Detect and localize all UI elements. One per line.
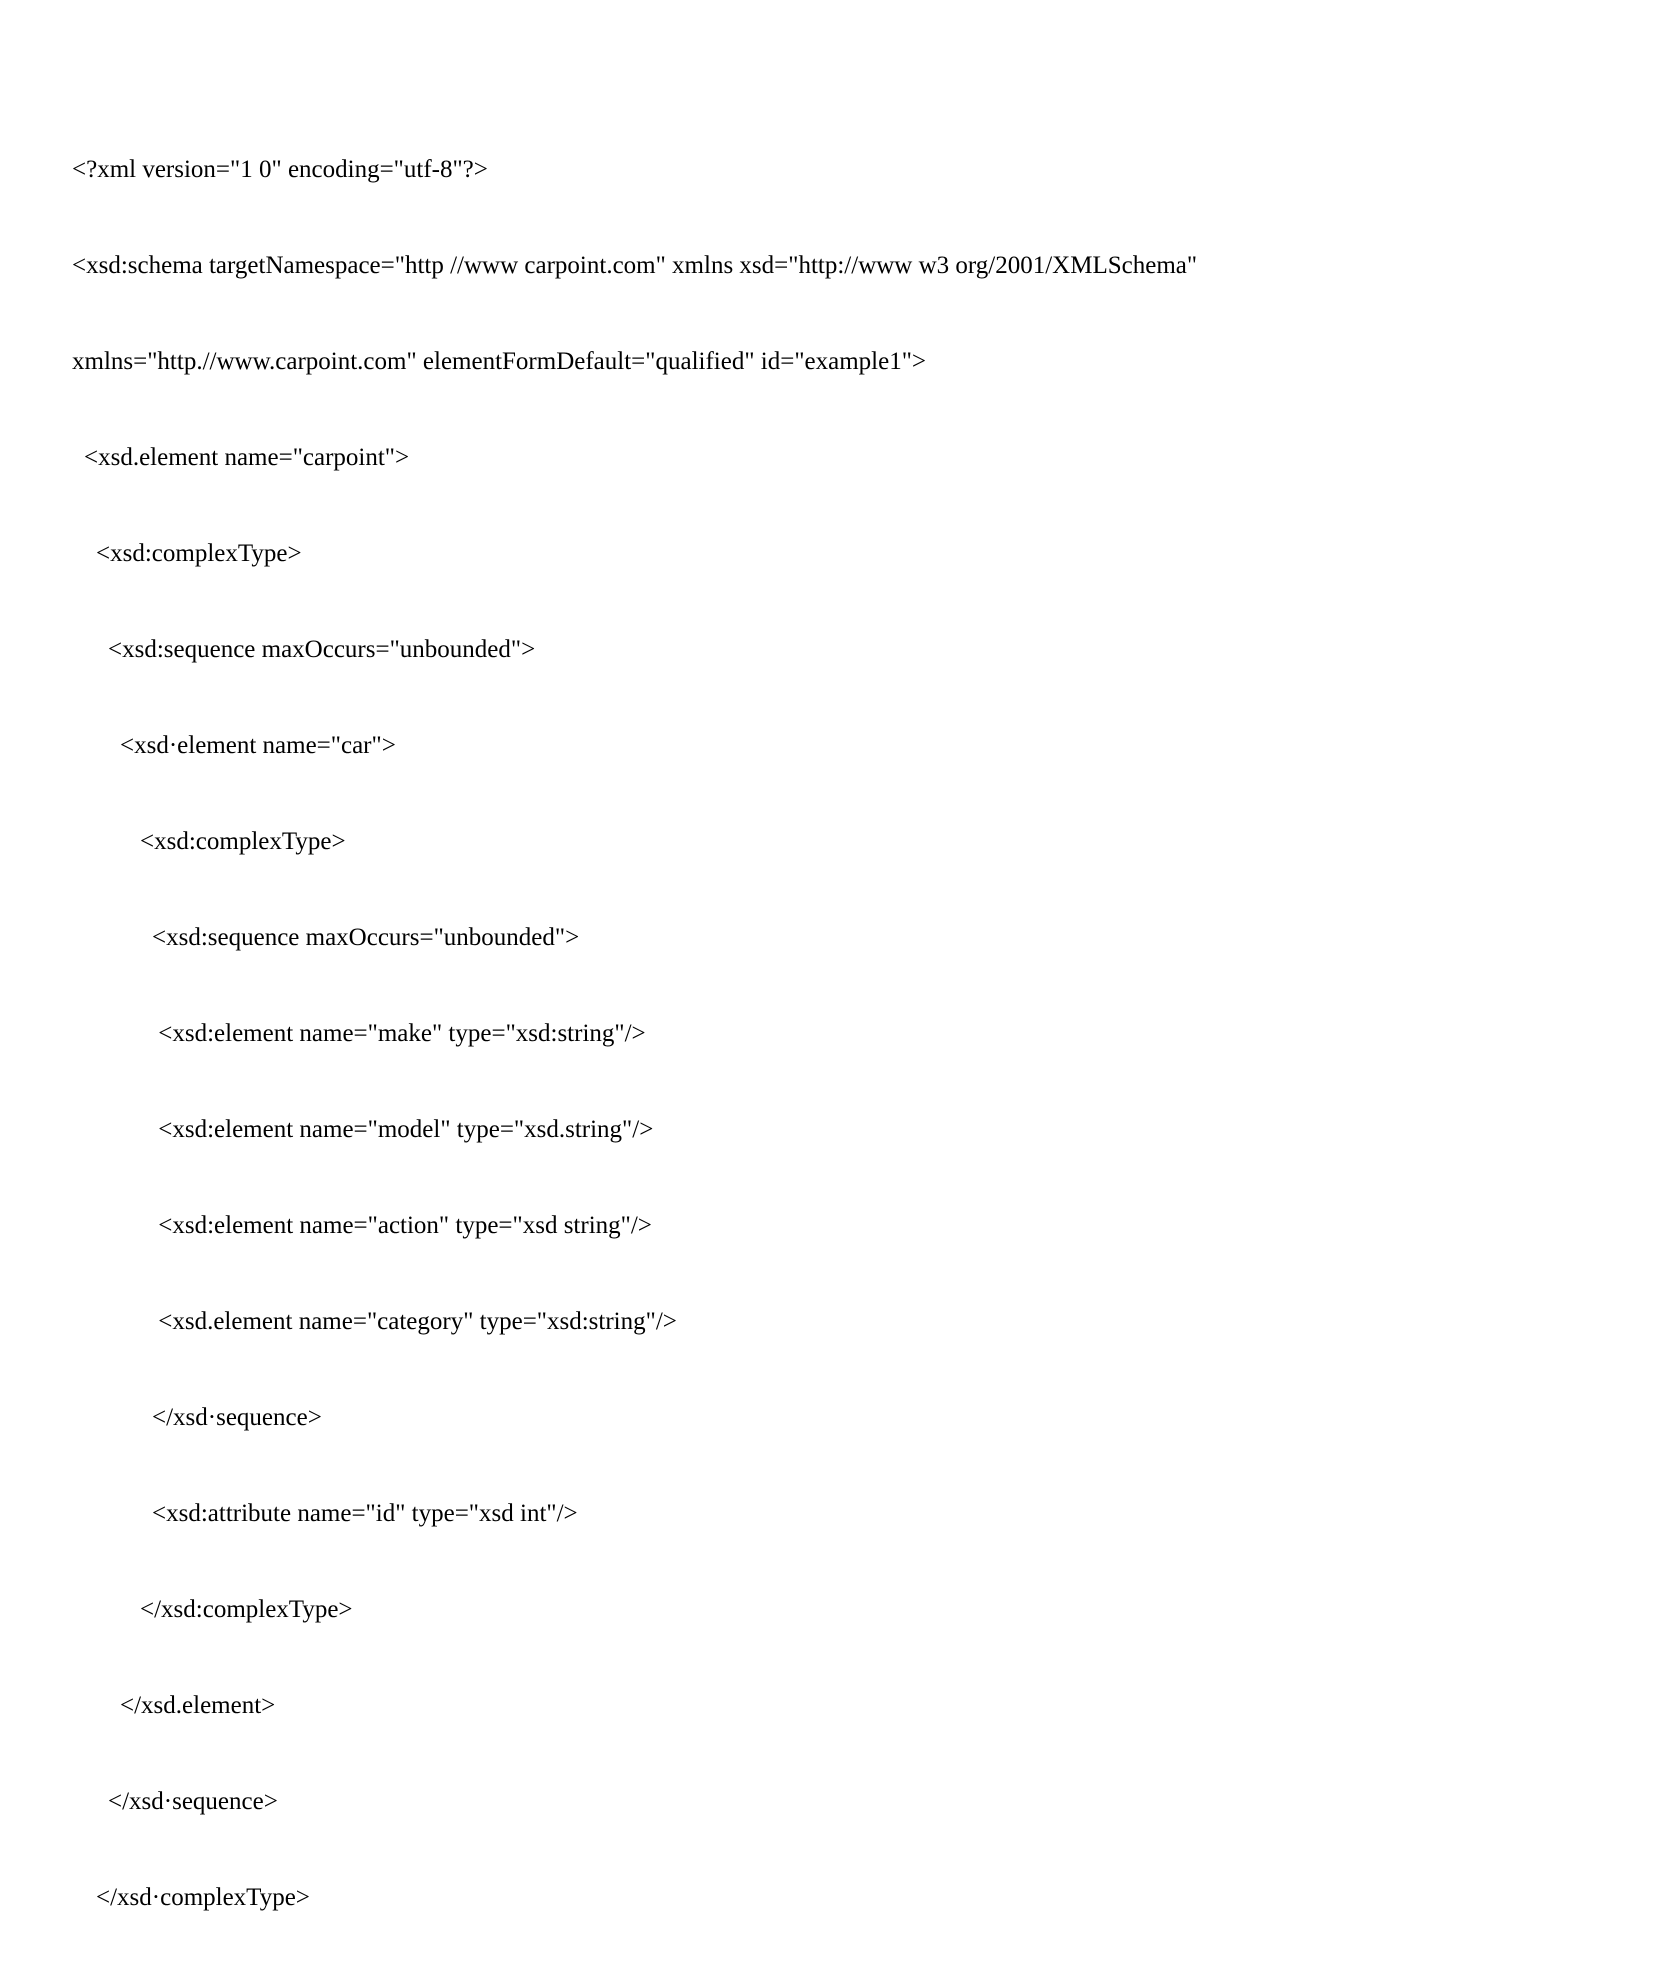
code-line: <xsd:sequence maxOccurs="unbounded"> [72,922,1679,954]
code-line: <?xml version="1 0" encoding="utf-8"?> [72,154,1679,186]
code-line: <xsd:complexType> [72,826,1679,858]
xml-schema-code-block: <?xml version="1 0" encoding="utf-8"?> <… [72,90,1679,1972]
code-line: <xsd.element name="carpoint"> [72,442,1679,474]
code-line: <xsd:complexType> [72,538,1679,570]
code-line: <xsd·element name="car"> [72,730,1679,762]
code-line: <xsd:schema targetNamespace="http //www … [72,250,1679,282]
code-line: </xsd·sequence> [72,1402,1679,1434]
code-line: <xsd.element name="category" type="xsd:s… [72,1306,1679,1338]
code-line: xmlns="http.//www.carpoint.com" elementF… [72,346,1679,378]
code-line: <xsd:element name="model" type="xsd.stri… [72,1114,1679,1146]
code-line: <xsd:element name="action" type="xsd str… [72,1210,1679,1242]
code-line: </xsd.element> [72,1690,1679,1722]
code-line: <xsd:attribute name="id" type="xsd int"/… [72,1498,1679,1530]
code-line: </xsd·sequence> [72,1786,1679,1818]
code-line: </xsd·complexType> [72,1882,1679,1914]
code-line: </xsd:complexType> [72,1594,1679,1626]
code-line: <xsd:element name="make" type="xsd:strin… [72,1018,1679,1050]
code-line: <xsd:sequence maxOccurs="unbounded"> [72,634,1679,666]
